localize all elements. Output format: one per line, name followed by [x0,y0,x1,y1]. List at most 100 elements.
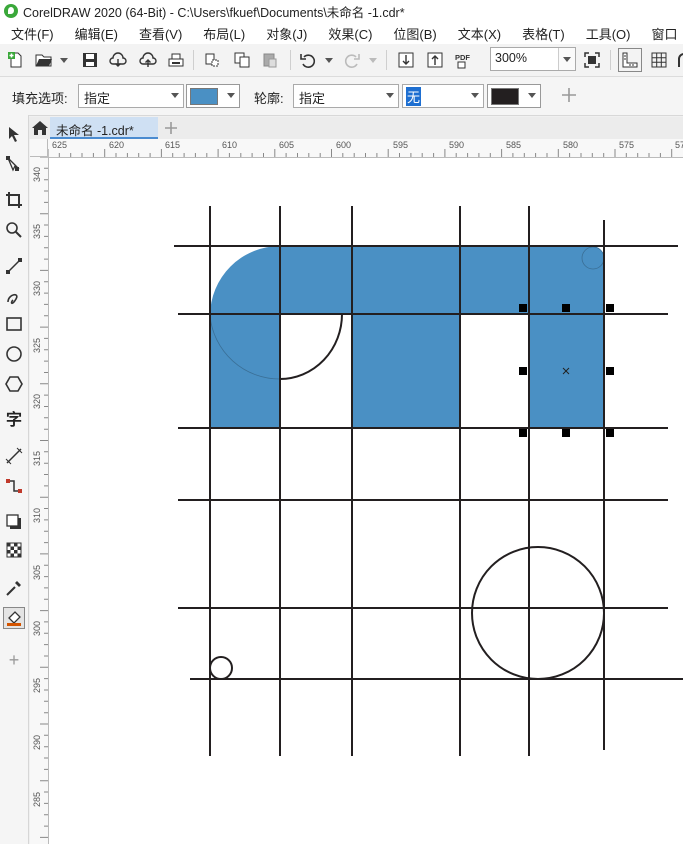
drop-shadow-icon [6,514,21,529]
coreldraw-logo-icon [4,4,18,18]
paste-button[interactable] [258,48,282,72]
ellipse-tool[interactable] [3,343,25,365]
document-tab-bar: 未命名 -1.cdr* [28,117,683,139]
shape-node-icon [6,156,20,172]
export-button[interactable] [423,48,447,72]
crop-tool[interactable] [3,189,25,211]
zoom-level-combo[interactable]: 300% [490,47,576,71]
snap-button[interactable] [672,48,683,72]
artistic-media-tool[interactable] [3,285,25,307]
undo-dropdown-arrow-icon[interactable] [325,58,333,63]
publish-pdf-button[interactable]: PDF [452,48,476,72]
menu-layout[interactable]: 布局(L) [203,24,245,43]
show-rulers-button[interactable] [618,48,642,72]
selection-handle[interactable] [562,304,570,312]
chevron-down-icon [563,57,571,62]
cloud-export-button[interactable] [136,48,160,72]
ruler-origin[interactable] [30,139,48,157]
full-screen-preview-button[interactable] [580,48,604,72]
interactive-fill-tool[interactable] [3,607,25,629]
chevron-down-icon [386,93,394,98]
cloud-download-icon [109,52,127,67]
toolbar-separator [386,50,387,70]
plus-icon [562,88,576,102]
drop-shadow-tool[interactable] [3,511,25,533]
text-tool[interactable]: 字 [3,407,25,429]
menu-effects[interactable]: 效果(C) [328,24,372,43]
toolbox: 字 + [0,115,29,844]
pick-tool[interactable] [3,123,25,145]
rectangle-tool[interactable] [3,313,25,335]
menu-view[interactable]: 查看(V) [139,24,182,43]
menu-table[interactable]: 表格(T) [522,24,565,43]
outline-mode-select[interactable]: 指定 [293,84,399,108]
selection-handle[interactable] [606,367,614,375]
menu-edit[interactable]: 编辑(E) [75,24,118,43]
plus-icon [165,122,177,134]
chevron-down-icon [528,93,536,98]
blue-filled-shape[interactable] [210,246,604,428]
selection-handle[interactable] [562,429,570,437]
print-button[interactable] [164,48,188,72]
window-title: CorelDRAW 2020 (64-Bit) - C:\Users\fkuef… [23,5,405,20]
add-preset-button[interactable] [560,86,578,104]
show-grid-button[interactable] [647,48,671,72]
fill-color-picker[interactable] [186,84,240,108]
selection-handle[interactable] [606,429,614,437]
cut-button[interactable] [200,48,224,72]
document-tab[interactable]: 未命名 -1.cdr* [50,117,158,139]
eyedropper-tool[interactable] [3,577,25,599]
menu-window[interactable]: 窗口 [651,24,677,43]
import-button[interactable] [394,48,418,72]
fill-color-swatch [190,88,218,105]
open-dropdown-arrow-icon[interactable] [60,58,68,63]
small-circle[interactable] [209,656,233,680]
freehand-tool[interactable] [3,255,25,277]
redo-button[interactable] [340,48,364,72]
quarter-arc[interactable] [279,313,343,380]
cloud-import-button[interactable] [106,48,130,72]
outline-width-value[interactable]: 无 [406,87,422,106]
transparency-tool[interactable] [3,539,25,561]
copy-button[interactable] [230,48,254,72]
chevron-down-icon [471,93,479,98]
ruler-ticks [48,149,673,157]
redo-dropdown-arrow-icon[interactable] [369,58,377,63]
magnifier-icon [6,222,22,238]
selection-handle[interactable] [606,304,614,312]
menu-text[interactable]: 文本(X) [458,24,501,43]
polygon-tool[interactable] [3,373,25,395]
outline-color-picker[interactable] [487,84,541,108]
welcome-home-button[interactable] [31,120,49,136]
zoom-dropdown-button[interactable] [558,48,575,70]
horizontal-ruler[interactable]: 625 620 615 610 605 600 595 590 585 580 … [48,139,683,158]
add-tool-button[interactable]: + [3,649,25,671]
menu-bitmaps[interactable]: 位图(B) [393,24,436,43]
new-document-button[interactable] [4,48,28,72]
connector-tool[interactable] [3,475,25,497]
drawing-artwork [174,206,683,756]
export-icon [427,52,443,68]
selection-handle[interactable] [519,304,527,312]
fill-mode-select[interactable]: 指定 [78,84,184,108]
menu-tools[interactable]: 工具(O) [586,24,631,43]
pdf-icon: PDF [455,53,470,69]
save-button[interactable] [78,48,102,72]
undo-button[interactable] [296,48,320,72]
open-button[interactable] [32,48,56,72]
outline-width-select[interactable]: 无 [402,84,484,108]
menu-file[interactable]: 文件(F) [11,24,54,43]
import-icon [398,52,414,68]
selection-handle[interactable] [519,367,527,375]
zoom-tool[interactable] [3,219,25,241]
selection-handle[interactable] [519,429,527,437]
new-tab-button[interactable] [163,120,179,136]
rulers-icon [622,52,638,68]
drawing-canvas[interactable] [49,158,683,844]
zoom-level-value[interactable]: 300% [495,51,527,65]
parallel-dimension-tool[interactable] [3,445,25,467]
menu-object[interactable]: 对象(J) [266,24,307,43]
large-circle[interactable] [471,546,605,680]
vertical-ruler[interactable]: 340 335 330 325 320 315 310 305 300 295 … [30,157,49,844]
shape-tool[interactable] [3,153,25,175]
